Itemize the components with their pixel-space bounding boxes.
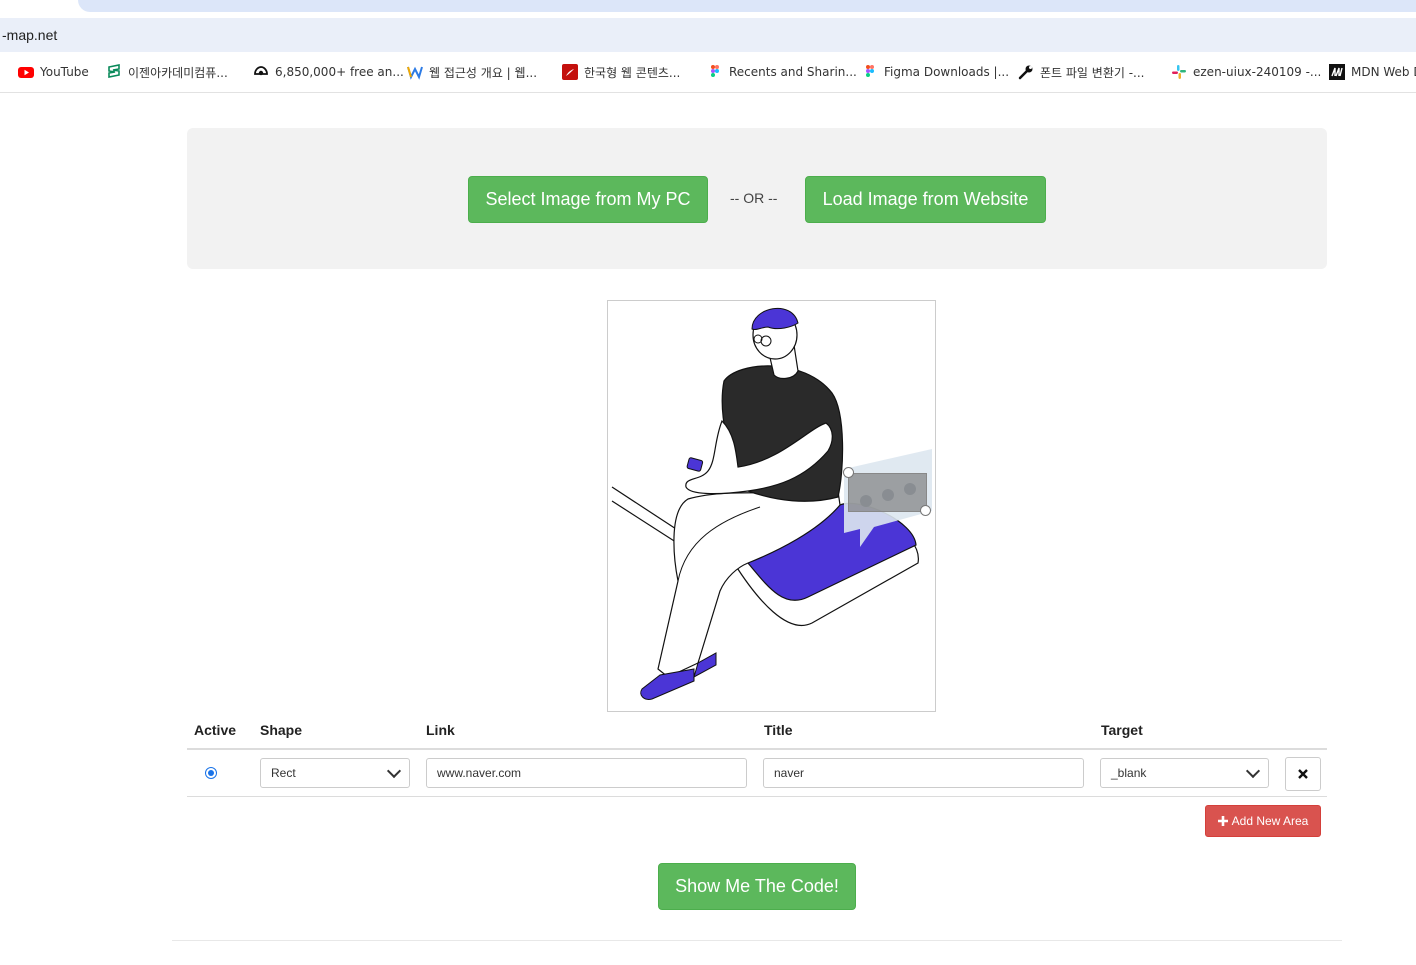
mdn-icon bbox=[1329, 64, 1345, 80]
show-code-button[interactable]: Show Me The Code! bbox=[658, 863, 856, 910]
header-target: Target bbox=[1101, 722, 1143, 738]
w-icon bbox=[407, 64, 423, 80]
chevron-down-icon bbox=[386, 763, 402, 779]
or-separator: -- OR -- bbox=[730, 190, 778, 206]
bookmark-label: 폰트 파일 변환기 -... bbox=[1040, 65, 1145, 80]
target-value: _blank bbox=[1111, 766, 1147, 780]
bookmark-label: 한국형 웹 콘텐츠... bbox=[584, 65, 681, 80]
delete-area-button[interactable] bbox=[1285, 757, 1321, 791]
bookmark-web-accessibility[interactable]: 웹 접근성 개요 | 웹... bbox=[407, 64, 537, 80]
bookmark-korean-web-content[interactable]: 한국형 웹 콘텐츠... bbox=[562, 64, 680, 80]
active-tab[interactable] bbox=[78, 0, 1416, 12]
bookmark-ezen[interactable]: 이젠아카데미컴퓨... bbox=[106, 64, 228, 80]
plus-icon bbox=[1217, 816, 1228, 826]
bookmark-figma-downloads[interactable]: Figma Downloads |... bbox=[862, 64, 1009, 80]
url-text[interactable]: -map.net bbox=[2, 27, 57, 43]
header-link: Link bbox=[426, 722, 455, 738]
bookmark-slack[interactable]: ezen-uiux-240109 -... bbox=[1171, 64, 1321, 80]
footer-divider bbox=[172, 940, 1342, 941]
bookmark-font-converter[interactable]: 폰트 파일 변환기 -... bbox=[1018, 64, 1145, 80]
bookmark-label: 6,850,000+ free an... bbox=[275, 65, 404, 79]
area-resize-handle-bottom-right[interactable] bbox=[920, 505, 931, 516]
shape-value: Rect bbox=[271, 766, 296, 780]
chevron-down-icon bbox=[1245, 763, 1261, 779]
link-value: www.naver.com bbox=[437, 766, 522, 780]
wrench-icon bbox=[1018, 64, 1034, 80]
tab-strip bbox=[0, 0, 1416, 18]
close-icon bbox=[1298, 769, 1308, 779]
title-input[interactable]: naver bbox=[763, 758, 1084, 788]
bookmarks-bar: YouTube 이젠아카데미컴퓨... 6,850,000+ free an..… bbox=[0, 52, 1416, 93]
header-title: Title bbox=[764, 722, 793, 738]
figma-icon bbox=[862, 64, 878, 80]
figma-icon bbox=[707, 64, 723, 80]
load-image-from-website-button[interactable]: Load Image from Website bbox=[805, 176, 1046, 223]
table-row-divider bbox=[187, 796, 1327, 797]
bookmark-label: ezen-uiux-240109 -... bbox=[1193, 65, 1322, 79]
bookmark-youtube[interactable]: YouTube bbox=[18, 64, 89, 80]
image-map-canvas[interactable] bbox=[607, 300, 936, 712]
bookmark-label: Figma Downloads |... bbox=[884, 65, 1010, 79]
bookmark-freepik[interactable]: 6,850,000+ free an... bbox=[253, 64, 404, 80]
ezen-icon bbox=[106, 64, 122, 80]
bookmark-mdn[interactable]: MDN Web D bbox=[1329, 64, 1416, 80]
add-new-area-button[interactable]: Add New Area bbox=[1205, 805, 1321, 837]
slack-icon bbox=[1171, 64, 1187, 80]
area-resize-handle-top-left[interactable] bbox=[843, 467, 854, 478]
bookmark-label: 이젠아카데미컴퓨... bbox=[128, 65, 228, 80]
select-image-from-pc-button[interactable]: Select Image from My PC bbox=[468, 176, 708, 223]
image-map-area-rect[interactable] bbox=[848, 473, 927, 512]
bookmark-label: Recents and Sharin... bbox=[729, 65, 857, 79]
shape-select[interactable]: Rect bbox=[260, 758, 410, 788]
bookmark-label: YouTube bbox=[40, 65, 89, 79]
bookmark-figma-recents[interactable]: Recents and Sharin... bbox=[707, 64, 857, 80]
target-select[interactable]: _blank bbox=[1100, 758, 1269, 788]
link-input[interactable]: www.naver.com bbox=[426, 758, 747, 788]
youtube-icon bbox=[18, 64, 34, 80]
title-value: naver bbox=[774, 766, 805, 780]
table-header-divider bbox=[187, 748, 1327, 750]
active-radio[interactable] bbox=[205, 767, 217, 779]
bookmark-label: MDN Web D bbox=[1351, 65, 1416, 79]
address-bar[interactable]: -map.net bbox=[0, 18, 1416, 52]
header-shape: Shape bbox=[260, 722, 303, 738]
header-active: Active bbox=[194, 722, 237, 738]
bookmark-label: 웹 접근성 개요 | 웹... bbox=[429, 65, 538, 80]
add-new-area-label: Add New Area bbox=[1231, 814, 1309, 828]
freepik-icon bbox=[253, 64, 269, 80]
pdf-icon bbox=[562, 64, 578, 80]
